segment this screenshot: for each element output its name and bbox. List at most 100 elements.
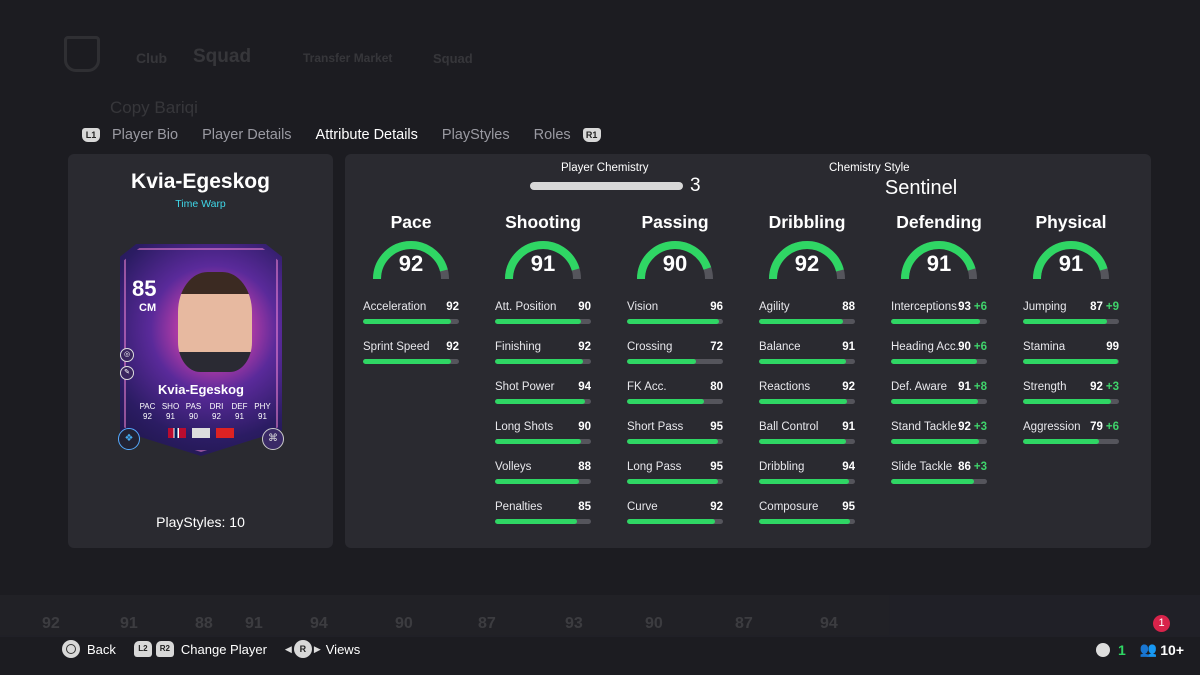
attribute-value: 90 xyxy=(578,301,591,313)
bg-card-rating: 87 xyxy=(735,615,753,632)
views-label[interactable]: Views xyxy=(326,642,360,657)
attribute-row[interactable]: Def. Aware 91 +8 xyxy=(891,381,987,421)
category-defending: Defending 91 Interceptions 93 +6 Heading Acc.… xyxy=(891,212,987,501)
card-rating: 85 xyxy=(132,276,157,301)
attribute-row[interactable]: Volleys 88 xyxy=(495,461,591,501)
attribute-bar-fill xyxy=(1023,439,1099,444)
category-gauge: 90 xyxy=(635,239,715,280)
attribute-name: Crossing xyxy=(627,341,673,353)
tab-player-bio[interactable]: Player Bio xyxy=(112,127,178,143)
attribute-bar xyxy=(1023,359,1119,364)
attribute-row[interactable]: Stamina 99 xyxy=(1023,341,1119,381)
category-gauge: 92 xyxy=(767,239,847,280)
bg-card-rating: 93 xyxy=(565,615,583,632)
attribute-row[interactable]: Balance 91 xyxy=(759,341,855,381)
r-stick-icon[interactable]: R xyxy=(293,640,312,658)
attribute-bar-fill xyxy=(759,399,848,404)
attribute-value: 72 xyxy=(710,341,723,353)
tab-player-details[interactable]: Player Details xyxy=(202,127,291,143)
attribute-name: Shot Power xyxy=(495,381,555,393)
friends-count[interactable]: 10+ xyxy=(1160,642,1184,658)
attribute-row[interactable]: Crossing 72 xyxy=(627,341,723,381)
attribute-list: Acceleration 92 Sprint Speed 92 xyxy=(363,301,459,381)
bg-card-rating: 91 xyxy=(120,615,138,632)
attribute-bar-fill xyxy=(759,479,850,484)
tab-roles[interactable]: Roles xyxy=(534,127,571,143)
attribute-row[interactable]: Long Pass 95 xyxy=(627,461,723,501)
attribute-name: Ball Control xyxy=(759,421,819,433)
attribute-bar-fill xyxy=(891,479,974,484)
attribute-row[interactable]: Shot Power 94 xyxy=(495,381,591,421)
attribute-value: 80 xyxy=(710,381,723,393)
attribute-row[interactable]: Heading Acc. 90 +6 xyxy=(891,341,987,381)
attribute-value-wrap: 72 xyxy=(710,341,723,353)
attribute-bar-fill xyxy=(363,359,452,364)
category-value: 90 xyxy=(662,251,688,276)
r1-button-icon[interactable]: R1 xyxy=(582,128,601,142)
attribute-name: Slide Tackle xyxy=(891,461,953,473)
attribute-row[interactable]: Long Shots 90 xyxy=(495,421,591,461)
attribute-value-wrap: 90 xyxy=(578,421,591,433)
attribute-value-wrap: 91 +8 xyxy=(958,381,987,393)
bg-nav-squad-sub: Squad xyxy=(433,51,473,66)
attribute-value-wrap: 96 xyxy=(710,301,723,313)
attribute-bar-fill xyxy=(495,359,584,364)
attribute-row[interactable]: Reactions 92 xyxy=(759,381,855,421)
attribute-row[interactable]: Sprint Speed 92 xyxy=(363,341,459,381)
attribute-row[interactable]: Curve 92 xyxy=(627,501,723,541)
category-gauge: 91 xyxy=(503,239,583,280)
chemistry-style-label: Chemistry Style xyxy=(829,162,910,174)
attribute-row[interactable]: Dribbling 94 xyxy=(759,461,855,501)
attribute-bar-fill xyxy=(627,399,704,404)
league-logo-icon xyxy=(192,428,210,438)
attribute-value-wrap: 93 +6 xyxy=(958,301,987,313)
attribute-value: 79 xyxy=(1090,421,1103,433)
attribute-bar-fill xyxy=(627,479,719,484)
attribute-row[interactable]: Att. Position 90 xyxy=(495,301,591,341)
attribute-name: Stamina xyxy=(1023,341,1066,353)
attribute-value-wrap: 92 +3 xyxy=(1090,381,1119,393)
attribute-row[interactable]: Acceleration 92 xyxy=(363,301,459,341)
attribute-row[interactable]: Ball Control 91 xyxy=(759,421,855,461)
attribute-name: Acceleration xyxy=(363,301,427,313)
arrow-right-icon: ▶ xyxy=(313,643,321,654)
r2-button-icon[interactable]: R2 xyxy=(155,641,174,657)
attribute-bar-fill xyxy=(891,359,978,364)
attribute-row[interactable]: Short Pass 95 xyxy=(627,421,723,461)
card-stat: DEF 91 xyxy=(231,402,248,421)
attribute-row[interactable]: Vision 96 xyxy=(627,301,723,341)
attribute-row[interactable]: Strength 92 +3 xyxy=(1023,381,1119,421)
back-label[interactable]: Back xyxy=(87,642,116,657)
attribute-name: Def. Aware xyxy=(891,381,948,393)
l1-button-icon[interactable]: L1 xyxy=(82,128,100,142)
attribute-bar xyxy=(495,479,591,484)
bg-card-rating: 92 xyxy=(42,615,60,632)
attribute-bar xyxy=(495,399,591,404)
attribute-value-wrap: 95 xyxy=(710,421,723,433)
attribute-row[interactable]: Stand Tackle 92 +3 xyxy=(891,421,987,461)
attribute-row[interactable]: Finishing 92 xyxy=(495,341,591,381)
attribute-value: 88 xyxy=(578,461,591,473)
tab-playstyles[interactable]: PlayStyles xyxy=(442,127,510,143)
attribute-bar xyxy=(627,479,723,484)
change-player-label[interactable]: Change Player xyxy=(181,642,267,657)
attribute-boost: +6 xyxy=(973,301,987,313)
attribute-bar-fill xyxy=(759,439,847,444)
tab-attribute-details[interactable]: Attribute Details xyxy=(316,127,418,143)
attribute-row[interactable]: Penalties 85 xyxy=(495,501,591,541)
circle-button-icon[interactable] xyxy=(62,640,80,658)
attribute-row[interactable]: Jumping 87 +9 xyxy=(1023,301,1119,341)
attribute-row[interactable]: FK Acc. 80 xyxy=(627,381,723,421)
category-title: Shooting xyxy=(505,212,581,232)
notification-badge[interactable]: 1 xyxy=(1153,615,1170,632)
attribute-row[interactable]: Interceptions 93 +6 xyxy=(891,301,987,341)
attribute-value-wrap: 95 xyxy=(710,461,723,473)
attribute-value-wrap: 91 xyxy=(842,421,855,433)
attribute-row[interactable]: Slide Tackle 86 +3 xyxy=(891,461,987,501)
attribute-row[interactable]: Composure 95 xyxy=(759,501,855,541)
attribute-bar xyxy=(759,359,855,364)
attribute-name: Jumping xyxy=(1023,301,1067,313)
l2-button-icon[interactable]: L2 xyxy=(133,641,152,657)
attribute-row[interactable]: Agility 88 xyxy=(759,301,855,341)
attribute-row[interactable]: Aggression 79 +6 xyxy=(1023,421,1119,461)
